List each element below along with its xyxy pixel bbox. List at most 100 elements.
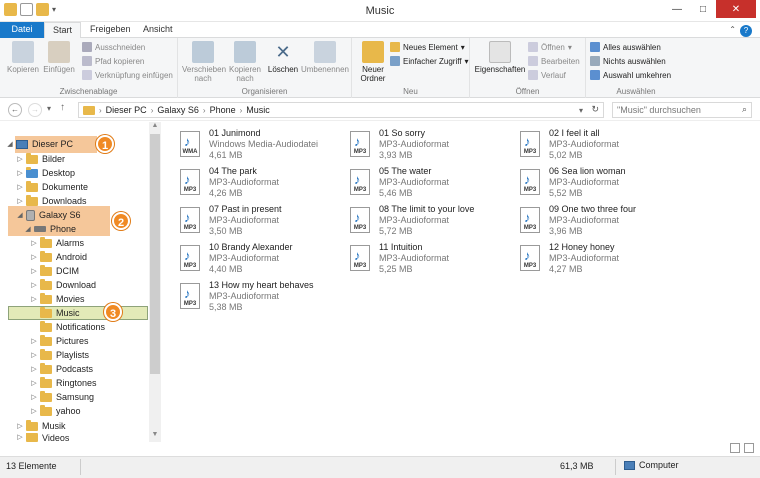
scroll-thumb[interactable] [150, 134, 160, 374]
history-button[interactable]: Verlauf [528, 70, 566, 80]
file-item[interactable]: ♪ WMA 01 Junimond Windows Media-Audiodatei 4… [180, 128, 340, 164]
scroll-up-icon[interactable]: ▲ [149, 122, 161, 133]
collapsed-arrow-icon[interactable]: ▷ [16, 183, 24, 191]
tab-start[interactable]: Start [44, 22, 82, 39]
collapsed-arrow-icon[interactable]: ▷ [30, 365, 38, 373]
collapsed-arrow-icon[interactable]: ▷ [16, 169, 24, 177]
file-item[interactable]: ♪ MP3 04 The park MP3-Audioformat 4,26 MB [180, 166, 340, 202]
collapsed-arrow-icon[interactable]: ▷ [16, 422, 24, 430]
properties-button[interactable]: Eigenschaften [474, 41, 526, 74]
tree-item-this-pc[interactable]: ◢ Dieser PC [6, 137, 73, 151]
address-dropdown-icon[interactable]: ▾ [579, 106, 583, 115]
collapsed-arrow-icon[interactable]: ▷ [30, 253, 38, 261]
tree-item-music[interactable]: Music [30, 306, 80, 320]
collapsed-arrow-icon[interactable]: ▷ [16, 155, 24, 163]
tree-item-alarms[interactable]: ▷ Alarms [30, 236, 84, 250]
tree-item-download[interactable]: ▷ Download [30, 278, 96, 292]
select-none-button[interactable]: Nichts auswählen [590, 56, 666, 66]
scroll-down-icon[interactable]: ▼ [149, 431, 161, 442]
address-bar[interactable]: › Dieser PC › Galaxy S6 › Phone › Music … [78, 102, 604, 118]
move-to-button[interactable]: Verschieben nach [182, 41, 226, 83]
tree-item-samsung[interactable]: ▷ Samsung [30, 390, 94, 404]
collapsed-arrow-icon[interactable]: ▷ [16, 197, 24, 205]
new-item-button[interactable]: Neues Element ▾ [390, 42, 465, 52]
tree-item-playlists[interactable]: ▷ Playlists [30, 348, 89, 362]
collapse-ribbon-icon[interactable]: ⌃ [729, 25, 736, 34]
file-item[interactable]: ♪ MP3 10 Brandy Alexander MP3-Audioformat 4,… [180, 242, 340, 278]
refresh-icon[interactable]: ↻ [591, 104, 599, 115]
file-item[interactable]: ♪ MP3 07 Past in present MP3-Audioformat 3,5… [180, 204, 340, 240]
tree-item-pictures[interactable]: ▷ Pictures [30, 334, 89, 348]
expanded-arrow-icon[interactable]: ◢ [6, 140, 14, 148]
tree-item-musik[interactable]: ▷ Musik [16, 419, 66, 433]
expanded-arrow-icon[interactable]: ◢ [24, 225, 32, 233]
file-item[interactable]: ♪ MP3 05 The water MP3-Audioformat 5,46 MB [350, 166, 510, 202]
tree-item-desktop[interactable]: ▷ Desktop [16, 166, 75, 180]
collapsed-arrow-icon[interactable]: ▷ [30, 267, 38, 275]
search-input[interactable]: "Music" durchsuchen ⌕ [612, 102, 752, 118]
paste-button[interactable]: Einfügen [42, 41, 76, 74]
breadcrumb-this-pc[interactable]: Dieser PC [106, 105, 147, 115]
file-item[interactable]: ♪ MP3 09 One two three four MP3-Audioformat… [520, 204, 680, 240]
breadcrumb-music[interactable]: Music [246, 105, 270, 115]
select-all-button[interactable]: Alles auswählen [590, 42, 661, 52]
easy-access-button[interactable]: Einfacher Zugriff ▾ [390, 56, 469, 66]
file-item[interactable]: ♪ MP3 01 So sorry MP3-Audioformat 3,93 MB [350, 128, 510, 164]
collapsed-arrow-icon[interactable]: ▷ [30, 295, 38, 303]
tree-item-dokumente[interactable]: ▷ Dokumente [16, 180, 88, 194]
breadcrumb-phone[interactable]: Phone [210, 105, 236, 115]
file-item[interactable]: ♪ MP3 08 The limit to your love MP3-Audiofo… [350, 204, 510, 240]
tree-item-galaxy[interactable]: ◢ Galaxy S6 [16, 208, 81, 222]
paste-shortcut-button[interactable]: Verknüpfung einfügen [82, 70, 173, 80]
details-view-icon[interactable] [730, 443, 740, 453]
tree-item-notifications[interactable]: Notifications [30, 320, 105, 334]
maximize-button[interactable]: □ [690, 0, 716, 18]
file-item[interactable]: ♪ MP3 06 Sea lion woman MP3-Audioformat 5,52… [520, 166, 680, 202]
collapsed-arrow-icon[interactable]: ▷ [30, 407, 38, 415]
collapsed-arrow-icon[interactable]: ▷ [30, 379, 38, 387]
tab-view[interactable]: Ansicht [135, 22, 181, 38]
tree-item-downloads[interactable]: ▷ Downloads [16, 194, 87, 208]
recent-locations-icon[interactable]: ▾ [47, 104, 51, 113]
back-button[interactable]: ← [8, 103, 22, 117]
tree-item-videos[interactable]: ▷ Videos [16, 433, 69, 442]
cut-button[interactable]: Ausschneiden [82, 42, 145, 52]
close-button[interactable]: ✕ [716, 0, 756, 18]
collapsed-arrow-icon[interactable]: ▷ [16, 433, 24, 441]
expanded-arrow-icon[interactable]: ◢ [16, 211, 24, 219]
collapsed-arrow-icon[interactable]: ▷ [30, 281, 38, 289]
tree-item-dcim[interactable]: ▷ DCIM [30, 264, 79, 278]
copy-button[interactable]: Kopieren [6, 41, 40, 74]
tab-share[interactable]: Freigeben [82, 22, 139, 38]
collapsed-arrow-icon[interactable]: ▷ [30, 337, 38, 345]
tree-item-ringtones[interactable]: ▷ Ringtones [30, 376, 97, 390]
collapsed-arrow-icon[interactable]: ▷ [30, 239, 38, 247]
file-item[interactable]: ♪ MP3 13 How my heart behaves MP3-Audioform… [180, 280, 340, 316]
rename-button[interactable]: Umbenennen [300, 41, 350, 74]
collapsed-arrow-icon[interactable]: ▷ [30, 393, 38, 401]
copy-to-button[interactable]: Kopieren nach [226, 41, 264, 83]
forward-button[interactable]: → [28, 103, 42, 117]
breadcrumb-galaxy[interactable]: Galaxy S6 [157, 105, 199, 115]
tree-item-podcasts[interactable]: ▷ Podcasts [30, 362, 93, 376]
up-button[interactable]: ↑ [60, 102, 65, 113]
open-button[interactable]: Öffnen ▾ [528, 42, 572, 52]
chevron-right-icon[interactable]: › [203, 106, 206, 115]
file-item[interactable]: ♪ MP3 11 Intuition MP3-Audioformat 5,25 MB [350, 242, 510, 278]
tree-item-movies[interactable]: ▷ Movies [30, 292, 85, 306]
chevron-right-icon[interactable]: › [151, 106, 154, 115]
file-item[interactable]: ♪ MP3 12 Honey honey MP3-Audioformat 4,27 MB [520, 242, 680, 278]
invert-selection-button[interactable]: Auswahl umkehren [590, 70, 671, 80]
nav-scrollbar[interactable]: ▲ ▼ [149, 122, 161, 442]
help-icon[interactable]: ? [740, 25, 752, 37]
tree-item-yahoo[interactable]: ▷ yahoo [30, 404, 81, 418]
tree-item-android[interactable]: ▷ Android [30, 250, 87, 264]
minimize-button[interactable]: — [664, 0, 690, 18]
large-icons-view-icon[interactable] [744, 443, 754, 453]
chevron-right-icon[interactable]: › [240, 106, 243, 115]
file-item[interactable]: ♪ MP3 02 I feel it all MP3-Audioformat 5,02 … [520, 128, 680, 164]
chevron-right-icon[interactable]: › [99, 106, 102, 115]
tree-item-bilder[interactable]: ▷ Bilder [16, 152, 65, 166]
tree-item-phone[interactable]: ◢ Phone [24, 222, 76, 236]
delete-button[interactable]: ✕ Löschen [266, 41, 300, 74]
